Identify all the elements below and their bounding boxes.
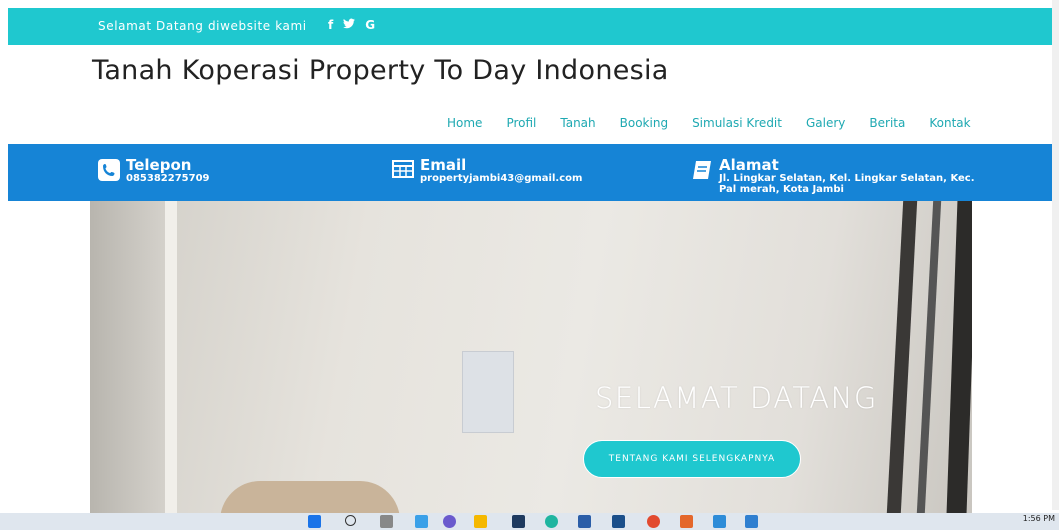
nav-home[interactable]: Home <box>447 116 482 130</box>
social-links: f G <box>328 18 375 32</box>
hero-light-strip <box>165 201 177 513</box>
email-title: Email <box>420 156 467 174</box>
store-icon[interactable] <box>578 515 591 528</box>
about-us-button[interactable]: TENTANG KAMI SELENGKAPNYA <box>583 440 801 478</box>
address-title: Alamat <box>719 156 779 174</box>
phone-value[interactable]: 085382275709 <box>126 173 210 184</box>
phone-title: Telepon <box>126 156 192 174</box>
twitter-icon[interactable] <box>343 18 356 32</box>
chat-icon[interactable] <box>443 515 456 528</box>
search-icon[interactable] <box>345 515 356 526</box>
phone-icon <box>98 159 120 181</box>
app-icon[interactable] <box>745 515 758 528</box>
start-icon[interactable] <box>308 515 321 528</box>
top-bar: Selamat Datang diwebsite kami f G <box>8 8 1052 45</box>
hero-door-frame <box>916 201 942 513</box>
hero-wall-paper <box>462 351 514 433</box>
vscode-icon[interactable] <box>713 515 726 528</box>
facebook-icon[interactable]: f <box>328 18 333 32</box>
hero-door-frame <box>886 201 918 513</box>
widgets-icon[interactable] <box>415 515 428 528</box>
contact-info-bar: Telepon 085382275709 Email propertyjambi… <box>8 144 1052 201</box>
folder-icon[interactable] <box>474 515 487 528</box>
google-icon[interactable]: G <box>365 18 375 32</box>
nav-kontak[interactable]: Kontak <box>929 116 970 130</box>
book-icon <box>691 159 713 181</box>
nav-galery[interactable]: Galery <box>806 116 845 130</box>
address-line1: Jl. Lingkar Selatan, Kel. Lingkar Selata… <box>719 173 975 184</box>
hero-door-frame <box>946 201 972 513</box>
app-icon[interactable] <box>680 515 693 528</box>
email-icon <box>392 159 414 181</box>
hero-headline: SELAMAT DATANG <box>595 381 878 415</box>
hero-banner: SELAMAT DATANG TENTANG KAMI SELENGKAPNYA <box>90 201 972 513</box>
chrome-icon[interactable] <box>647 515 660 528</box>
scrollbar[interactable] <box>1052 0 1059 510</box>
address-line2: Pal merah, Kota Jambi <box>719 184 844 195</box>
email-value[interactable]: propertyjambi43@gmail.com <box>420 173 582 184</box>
nav-berita[interactable]: Berita <box>869 116 905 130</box>
nav-booking[interactable]: Booking <box>620 116 668 130</box>
app-icon[interactable] <box>612 515 625 528</box>
clock[interactable]: 1:56 PM <box>1023 514 1055 523</box>
nav-profil[interactable]: Profil <box>506 116 536 130</box>
info-phone: Telepon 085382275709 <box>98 157 210 184</box>
nav-tanah[interactable]: Tanah <box>560 116 595 130</box>
info-email: Email propertyjambi43@gmail.com <box>392 157 582 184</box>
app-icon[interactable] <box>512 515 525 528</box>
info-address: Alamat Jl. Lingkar Selatan, Kel. Lingkar… <box>691 157 975 195</box>
edge-icon[interactable] <box>545 515 558 528</box>
welcome-text: Selamat Datang diwebsite kami <box>98 19 307 33</box>
nav-simulasi-kredit[interactable]: Simulasi Kredit <box>692 116 782 130</box>
taskview-icon[interactable] <box>380 515 393 528</box>
main-nav: Home Profil Tanah Booking Simulasi Kredi… <box>447 116 971 130</box>
hero-wall-shade <box>90 201 170 513</box>
taskbar: 1:56 PM <box>0 513 1059 530</box>
site-title[interactable]: Tanah Koperasi Property To Day Indonesia <box>92 55 669 86</box>
hero-foreground-object <box>220 481 400 513</box>
